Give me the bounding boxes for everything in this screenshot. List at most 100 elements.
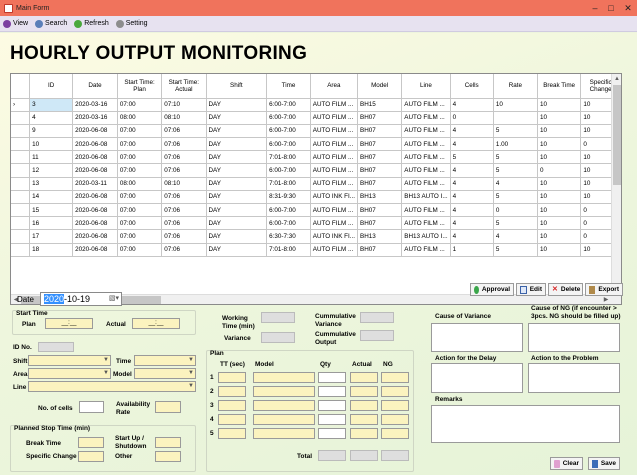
table-cell[interactable]: 2020-06-08 (72, 203, 118, 218)
table-row[interactable]: 4 2020-03-16 08:00 08:10 DAY 6:00-7:00 AUTO FI… (11, 111, 621, 125)
plan-cell[interactable] (350, 428, 378, 439)
grid-vertical-thumb[interactable] (613, 85, 621, 185)
table-cell[interactable]: BH07 (357, 203, 403, 218)
table-cell[interactable]: BH07 (357, 124, 403, 139)
plan-cell[interactable] (381, 372, 409, 383)
table-cell[interactable]: 08:10 (161, 177, 207, 191)
table-cell[interactable]: 08:00 (117, 177, 163, 191)
table-cell[interactable]: 07:00 (117, 216, 163, 231)
table-cell[interactable]: AUTO FILM ... (401, 150, 451, 165)
table-cell[interactable]: AUTO FILM ... (310, 203, 359, 218)
plan-cell[interactable] (350, 386, 378, 397)
table-cell[interactable]: BH07 (357, 137, 403, 152)
table-cell[interactable]: 2020-06-08 (72, 163, 118, 178)
row-header[interactable] (11, 177, 31, 191)
cells-field[interactable] (79, 401, 104, 413)
table-cell[interactable]: 6:00-7:00 (266, 137, 311, 152)
table-cell[interactable]: DAY (206, 190, 268, 205)
table-cell[interactable]: 2020-06-08 (72, 190, 118, 205)
table-cell[interactable]: 07:00 (117, 98, 163, 112)
table-cell[interactable]: 07:00 (117, 137, 163, 152)
table-cell[interactable]: AUTO FILM ... (310, 177, 359, 191)
table-cell[interactable]: 10 (29, 137, 74, 152)
column-header[interactable]: Break Time (537, 74, 582, 99)
table-cell[interactable]: 6:00-7:00 (266, 124, 311, 139)
table-cell[interactable]: BH07 (357, 163, 403, 178)
row-header[interactable] (11, 243, 31, 257)
table-cell[interactable]: AUTO FILM ... (310, 216, 359, 231)
column-header[interactable]: Cells (450, 74, 494, 99)
table-cell[interactable]: 0 (450, 111, 494, 125)
table-cell[interactable]: 6:00-7:00 (266, 98, 311, 112)
plan-cell[interactable] (381, 400, 409, 411)
plan-cell[interactable] (218, 372, 246, 383)
table-cell[interactable]: BH07 (357, 243, 403, 257)
plan-cell[interactable] (218, 386, 246, 397)
column-header[interactable]: Start Time: Actual (161, 74, 207, 99)
model-combo[interactable]: ▼ (134, 368, 196, 379)
table-row[interactable]: › 3 2020-03-16 07:00 07:10 DAY 6:00-7:00 AUTO F… (11, 98, 621, 112)
plan-cell[interactable] (253, 400, 315, 411)
table-row[interactable]: 13 2020-03-11 08:00 08:10 DAY 7:01-8:00 AUTO F… (11, 177, 621, 191)
plan-cell[interactable] (253, 414, 315, 425)
column-header[interactable]: Time (266, 74, 311, 99)
calendar-icon[interactable]: ▧▾ (109, 293, 119, 305)
column-header[interactable]: Model (357, 74, 403, 99)
table-cell[interactable]: 08:10 (161, 111, 207, 125)
table-cell[interactable]: BH15 (357, 98, 403, 112)
table-row[interactable]: 10 2020-06-08 07:00 07:06 DAY 6:00-7:00 AUTO F… (11, 137, 621, 152)
table-cell[interactable]: 07:00 (117, 124, 163, 139)
table-cell[interactable]: 10 (537, 150, 582, 165)
table-cell[interactable]: 10 (493, 98, 539, 112)
plan-cell[interactable] (350, 414, 378, 425)
table-cell[interactable]: AUTO FILM ... (401, 137, 451, 152)
approval-button[interactable]: Approval (470, 283, 514, 296)
table-cell[interactable]: 2020-03-11 (72, 177, 118, 191)
cause-variance-textarea[interactable] (431, 323, 523, 352)
table-cell[interactable]: AUTO FILM ... (401, 203, 451, 218)
table-cell[interactable]: 1 (450, 243, 494, 257)
plan-cell[interactable] (350, 372, 378, 383)
break-time-field[interactable] (78, 437, 104, 448)
table-cell[interactable]: 07:06 (161, 243, 207, 257)
column-header[interactable]: Date (72, 74, 118, 99)
plan-cell[interactable] (381, 386, 409, 397)
time-combo[interactable]: ▼ (134, 355, 196, 366)
table-cell[interactable]: DAY (206, 137, 268, 152)
plan-cell[interactable] (318, 400, 346, 411)
table-cell[interactable] (493, 111, 539, 125)
table-cell[interactable]: AUTO FILM ... (401, 111, 451, 125)
table-cell[interactable]: 10 (537, 190, 582, 205)
menu-setting[interactable]: Setting (115, 19, 148, 28)
table-cell[interactable]: BH13 AUTO I... (401, 229, 451, 244)
table-row[interactable]: 9 2020-06-08 07:00 07:06 DAY 6:00-7:00 AUTO FI… (11, 124, 621, 139)
column-header[interactable]: Line (401, 74, 451, 99)
table-cell[interactable]: 2020-06-08 (72, 150, 118, 165)
table-cell[interactable]: 10 (537, 111, 582, 125)
delete-button[interactable]: ✕ Delete (548, 283, 583, 296)
table-cell[interactable]: 2020-06-08 (72, 124, 118, 139)
table-row[interactable]: 16 2020-06-08 07:00 07:06 DAY 6:00-7:00 AUTO F… (11, 216, 621, 231)
table-cell[interactable]: 6:00-7:00 (266, 203, 311, 218)
table-cell[interactable]: 07:00 (117, 150, 163, 165)
table-cell[interactable]: 6:30-7:30 (266, 229, 311, 244)
table-cell[interactable]: 07:00 (117, 190, 163, 205)
table-cell[interactable]: 5 (493, 216, 539, 231)
table-cell[interactable]: DAY (206, 98, 268, 112)
specific-change-field[interactable] (78, 451, 104, 462)
table-cell[interactable]: 07:00 (117, 163, 163, 178)
table-cell[interactable]: 4 (29, 111, 74, 125)
table-cell[interactable]: 07:00 (117, 229, 163, 244)
table-cell[interactable]: 4 (493, 229, 539, 244)
table-cell[interactable]: 10 (537, 177, 582, 191)
table-cell[interactable]: 10 (537, 203, 582, 218)
table-cell[interactable]: AUTO FILM ... (401, 163, 451, 178)
table-cell[interactable]: DAY (206, 216, 268, 231)
menu-search[interactable]: Search (35, 19, 67, 28)
table-cell[interactable]: AUTO FILM ... (310, 124, 359, 139)
table-cell[interactable]: 07:00 (117, 243, 163, 257)
table-cell[interactable]: 07:00 (117, 203, 163, 218)
plan-cell[interactable] (218, 428, 246, 439)
column-header[interactable]: Start Time: Plan (117, 74, 163, 99)
table-cell[interactable]: 07:06 (161, 150, 207, 165)
